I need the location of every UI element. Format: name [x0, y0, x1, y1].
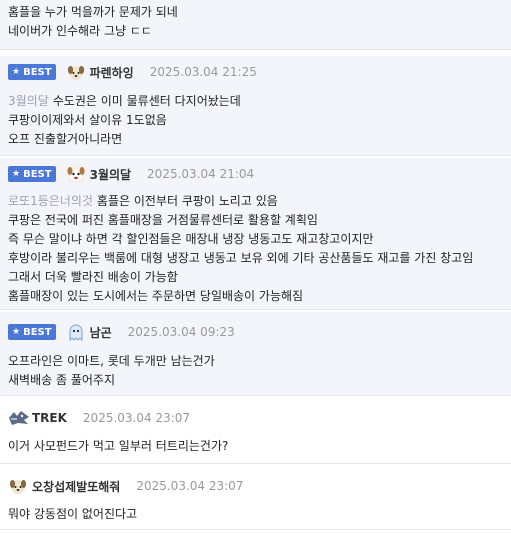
comment-nickname[interactable]: 3월의달 [90, 166, 131, 183]
comment-text-line: 이거 사모펀드가 먹고 일부러 터트리는건가? [8, 439, 229, 453]
comment-item-best: ★ BEST 남곤 2025.03.04 09:23 오프라인은 이마트, 롯데 … [0, 312, 511, 396]
comment-body: 이거 사모펀드가 먹고 일부러 터트리는건가? [8, 432, 503, 456]
puppy-avatar-icon[interactable] [66, 62, 86, 82]
comment-date: 2025.03.04 23:07 [136, 479, 244, 493]
comment-text-line: 홈플을 누가 먹을까가 문제가 되네 [8, 5, 178, 19]
comment-nickname[interactable]: TREK [32, 411, 67, 425]
comment-text-line: 쿠팡은 전국에 퍼진 홈플매장을 거점물류센터로 활용할 계획임 [8, 213, 318, 227]
comment-text-line: 3월의달 수도권은 이미 물류센터 다지어놨는데 [8, 94, 241, 108]
wolf-avatar-icon[interactable] [8, 408, 29, 428]
comment-meta: ★ BEST 남곤 2025.03.04 09:23 [8, 318, 503, 346]
star-icon: ★ [12, 327, 21, 337]
best-badge: ★ BEST [8, 64, 56, 80]
comment-text-line: 로또1등은너의것 홈플은 이전부터 쿠팡이 노리고 있음 [8, 194, 278, 208]
comment-nickname[interactable]: 파렌하잉 [90, 64, 134, 81]
comment-meta: TREK 2025.03.04 23:07 [8, 404, 503, 432]
comment-text-line: 쿠팡이이제와서 살이유 1도없음 [8, 113, 167, 127]
comment-meta: ★ BEST 파렌하잉 2025.03.04 21:25 [8, 58, 503, 86]
reply-to-user[interactable]: 로또1등은너의것 [8, 194, 93, 208]
comment-text-line: 새벽배송 좀 풀어주지 [8, 373, 115, 387]
comment-date: 2025.03.04 21:25 [149, 65, 257, 79]
star-icon: ★ [12, 67, 21, 77]
comment-item: TREK 2025.03.04 23:07 이거 사모펀드가 먹고 일부러 터트… [0, 404, 511, 464]
comment-item-best: ★ BEST 3월의달 2025.03.04 21:04 로또1등은너의것 홈플은 … [0, 158, 511, 310]
comment-text-line: 오프라인은 이마트, 롯데 두개만 남는건가 [8, 354, 215, 368]
comment-list: 홈플을 누가 먹을까가 문제가 되네 네이버가 인수해라 그냥 ㄷㄷ ★ BEST… [0, 0, 511, 534]
dog-face-avatar-icon[interactable] [66, 164, 86, 184]
comment-body: 뭐야 강동점이 없어진다고 [8, 500, 503, 524]
comment-item-best: ★ BEST 파렌하잉 2025.03.04 21:25 3월의달 수도권은 이미 … [0, 56, 511, 156]
comment-nickname[interactable]: 오창섭제발또해줘 [32, 478, 120, 495]
puppy-avatar-icon[interactable] [8, 476, 28, 496]
comment-text-line: 홈플매장이 있는 도시에서는 주문하면 당일배송이 가능해짐 [8, 289, 304, 303]
comment-item: 오창섭제발또해줘 2025.03.04 23:07 뭐야 강동점이 없어진다고 [0, 470, 511, 530]
comment-meta: ★ BEST 3월의달 2025.03.04 21:04 [8, 160, 503, 188]
comment-text-line: 네이버가 인수해라 그냥 ㄷㄷ [8, 24, 152, 38]
comment-date: 2025.03.04 21:04 [147, 167, 255, 181]
comment-text-line: 후방이라 불리우는 백룸에 대형 냉장고 냉동고 보유 외에 기타 공산품들도 … [8, 251, 474, 265]
comment-text-line: 뭐야 강동점이 없어진다고 [8, 507, 138, 521]
best-badge: ★ BEST [8, 324, 56, 340]
comment-text-line: 오프 진출할거아니라면 [8, 132, 123, 146]
comment-meta: 오창섭제발또해줘 2025.03.04 23:07 [8, 472, 503, 500]
reply-to-user[interactable]: 3월의달 [8, 94, 49, 108]
comment-body: 로또1등은너의것 홈플은 이전부터 쿠팡이 노리고 있음 쿠팡은 전국에 퍼진 홈… [8, 188, 503, 306]
comment-text-line: 즉 무슨 말이냐 하면 각 할인점들은 매장내 냉장 냉동고도 재고창고이지만 [8, 232, 374, 246]
comment-item: 홈플을 누가 먹을까가 문제가 되네 네이버가 인수해라 그냥 ㄷㄷ [0, 0, 511, 50]
comment-body: 오프라인은 이마트, 롯데 두개만 남는건가 새벽배송 좀 풀어주지 [8, 346, 503, 390]
best-badge: ★ BEST [8, 166, 56, 182]
comment-nickname[interactable]: 남곤 [90, 324, 112, 341]
comment-text-line: 그래서 더욱 빨라진 배송이 가능함 [8, 270, 178, 284]
comment-body: 3월의달 수도권은 이미 물류센터 다지어놨는데 쿠팡이이제와서 살이유 1도없음… [8, 86, 503, 149]
star-icon: ★ [12, 169, 21, 179]
comment-date: 2025.03.04 09:23 [127, 325, 235, 339]
comment-date: 2025.03.04 23:07 [82, 411, 191, 425]
ghost-avatar-icon[interactable] [66, 322, 86, 342]
